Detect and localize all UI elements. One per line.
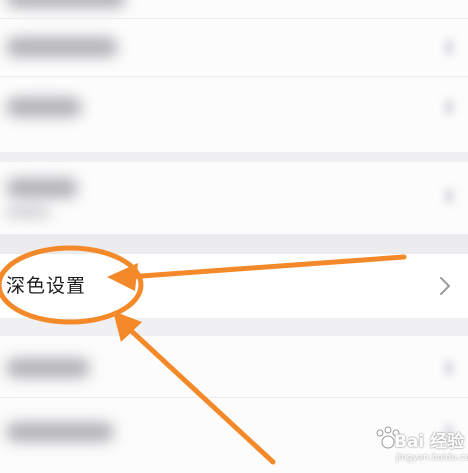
chevron-right-icon <box>444 99 454 115</box>
chevron-right-icon <box>444 360 454 376</box>
settings-group-top <box>0 0 468 152</box>
section-gap <box>0 234 468 254</box>
settings-row[interactable] <box>0 19 468 75</box>
watermark: Bai 经验 jingyan.baidu.com <box>366 425 468 471</box>
watermark-domain: jingyan.baidu.com <box>396 453 468 463</box>
settings-row-partial[interactable] <box>0 0 468 18</box>
dark-mode-setting-row[interactable]: 深色设置 <box>0 254 468 318</box>
chevron-right-icon <box>444 39 454 55</box>
chevron-right-icon <box>440 277 450 295</box>
chevron-right-icon <box>444 188 454 204</box>
blurred-row-label <box>6 37 118 57</box>
settings-row[interactable] <box>0 77 468 137</box>
blurred-row-label <box>6 422 114 442</box>
blurred-row-label <box>6 358 90 378</box>
blurred-row-label <box>6 97 82 117</box>
dark-mode-label: 深色设置 <box>6 275 87 297</box>
section-gap <box>0 152 468 162</box>
blurred-row-label <box>6 0 126 8</box>
watermark-brand: Bai 经验 <box>394 432 465 452</box>
settings-row[interactable] <box>0 162 468 234</box>
settings-group-middle <box>0 162 468 234</box>
settings-group-display: 深色设置 <box>0 254 468 318</box>
section-gap <box>0 318 468 336</box>
settings-row[interactable] <box>0 336 468 396</box>
settings-screen: 深色设置 Bai 经验 jingyan.baidu.co <box>0 0 468 473</box>
blurred-row-sublabel <box>6 206 50 218</box>
blurred-row-label <box>6 178 78 198</box>
